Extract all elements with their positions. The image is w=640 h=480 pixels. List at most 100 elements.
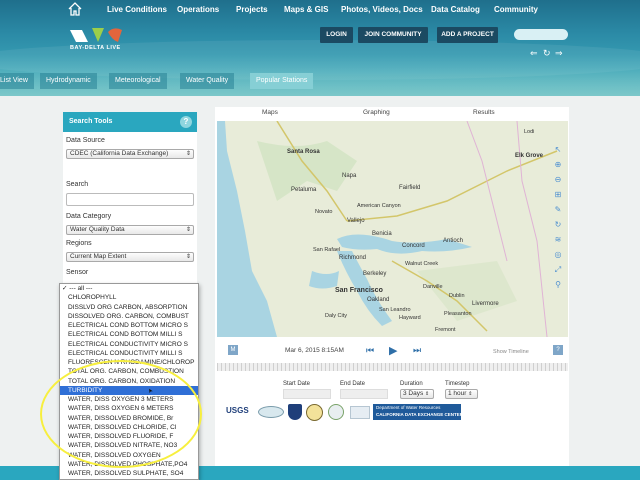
timestep-select[interactable]: 1 hour ⇕	[445, 389, 478, 399]
rotate-icon[interactable]: ↻	[553, 220, 563, 230]
map-label: Richmond	[339, 255, 367, 261]
header-search-input[interactable]	[514, 29, 568, 40]
regions-label: Regions	[66, 240, 92, 247]
nav-data-catalog[interactable]: Data Catalog	[431, 5, 480, 14]
map-label: Hayward	[399, 315, 421, 321]
skip-forward-icon[interactable]: ⏭	[413, 345, 421, 356]
regions-select[interactable]: Current Map Extent ⇕	[66, 252, 194, 262]
duration-select[interactable]: 3 Days ⇕	[400, 389, 434, 399]
tab-water-quality[interactable]: Water Quality	[180, 73, 235, 89]
forward-icon[interactable]: ⇒	[555, 48, 563, 59]
m-button[interactable]: M	[228, 345, 238, 355]
zoom-out-icon[interactable]: ⊖	[553, 175, 563, 185]
nav-projects[interactable]: Projects	[236, 5, 268, 14]
state-badge-logo	[288, 404, 302, 420]
sensor-option[interactable]: DISSLVD ORG CARBON, ABSORPTION	[60, 303, 198, 312]
draw-icon[interactable]: ✎	[553, 205, 563, 215]
search-tools-title: Search Tools	[69, 118, 113, 125]
nav-live-conditions[interactable]: Live Conditions	[107, 5, 167, 14]
start-date-input[interactable]	[283, 389, 331, 399]
data-source-select[interactable]: CDEC (California Data Exchange) ⇕	[66, 149, 194, 159]
search-tools-header: Search Tools ?	[63, 112, 197, 132]
sensor-option[interactable]: ELECTRICAL COND BOTTOM MILLI S	[60, 330, 198, 339]
play-icon[interactable]: ▶	[389, 344, 397, 357]
regions-value: Current Map Extent	[70, 253, 127, 260]
start-date-label: Start Date	[283, 381, 311, 387]
logo-text: BAY-DELTA LIVE	[70, 45, 121, 51]
tab-list-view[interactable]: List View	[0, 73, 34, 89]
map-label: Vallejo	[347, 218, 365, 224]
water-seal-logo	[328, 404, 344, 420]
sensor-option-label: --- all ---	[69, 285, 93, 292]
select-arrows-icon: ⇕	[468, 391, 473, 397]
timestep-label: Timestep	[445, 381, 470, 387]
station-map[interactable]: Santa Rosa Petaluma Napa Fairfield Valle…	[217, 121, 568, 337]
zoom-box-icon[interactable]: ⊞	[553, 190, 563, 200]
end-date-input[interactable]	[340, 389, 388, 399]
nav-photos-videos-docs[interactable]: Photos, Videos, Docs	[341, 5, 423, 14]
highlight-annotation	[40, 360, 202, 468]
join-community-button[interactable]: JOIN COMMUNITY	[358, 27, 428, 43]
select-arrows-icon: ⇕	[185, 227, 191, 233]
map-label: Lodi	[524, 129, 535, 135]
login-button[interactable]: LOGIN	[320, 27, 353, 43]
nav-maps-gis[interactable]: Maps & GIS	[284, 5, 328, 14]
show-timeline-link[interactable]: Show Timeline	[493, 349, 529, 355]
sensor-option[interactable]: CHLOROPHYLL	[60, 293, 198, 302]
tab-meteorological[interactable]: Meteorological	[109, 73, 167, 89]
map-label: Pleasanton	[444, 311, 472, 317]
map-label: Elk Grove	[515, 153, 544, 159]
refresh-icon[interactable]: ↻	[543, 48, 551, 59]
sensor-option[interactable]: DISSOLVED ORG. CARBON, COMBUST	[60, 312, 198, 321]
layers-icon[interactable]: ≋	[553, 235, 563, 245]
sensor-option[interactable]: WATER, DISSOLVED SULPHATE, SO4	[60, 469, 198, 478]
globe-icon[interactable]: ◎	[553, 250, 563, 260]
sensor-option[interactable]: ELECTRICAL COND BOTTOM MICRO S	[60, 321, 198, 330]
help-icon[interactable]: ?	[553, 345, 563, 355]
map-label: Berkeley	[363, 271, 387, 277]
cdec-logo: Department of Water Resources CALIFORNIA…	[373, 404, 463, 420]
zoom-in-icon[interactable]: ⊕	[553, 160, 563, 170]
help-icon[interactable]: ?	[180, 116, 192, 128]
map-label: Danville	[423, 284, 443, 290]
map-label: Fairfield	[399, 185, 421, 191]
agency-seal-logo	[258, 406, 284, 418]
fullscreen-icon[interactable]: ⤢	[553, 265, 563, 275]
data-category-select[interactable]: Water Quality Data ⇕	[66, 225, 194, 235]
nav-community[interactable]: Community	[494, 5, 538, 14]
tab-graphing[interactable]: Graphing	[363, 109, 390, 116]
pointer-icon[interactable]: ↖	[553, 145, 563, 155]
sensor-option[interactable]: ✓ --- all ---	[60, 284, 198, 293]
view-tabs: List View Hydrodynamic Meteorological Wa…	[0, 73, 640, 89]
time-display: Mar 6, 2015 8:15AM	[285, 347, 344, 354]
tab-hydrodynamic[interactable]: Hydrodynamic	[40, 73, 97, 89]
tab-popular-stations[interactable]: Popular Stations	[250, 73, 314, 89]
timeline-scrubber[interactable]	[217, 363, 568, 371]
search-input[interactable]	[66, 193, 194, 206]
state-seal-logo	[306, 404, 323, 421]
duration-value: 3 Days	[403, 390, 424, 397]
sensor-option[interactable]: ELECTRICAL CONDUCTIVITY MILLI S	[60, 349, 198, 358]
data-category-label: Data Category	[66, 213, 112, 220]
map-label: Dublin	[449, 293, 465, 299]
select-arrows-icon: ⇕	[425, 391, 430, 397]
time-controls: M Mar 6, 2015 8:15AM ⏮ ▶ ⏭ Show Timeline…	[217, 339, 568, 361]
search-map-icon[interactable]: ⚲	[553, 280, 563, 290]
back-icon[interactable]: ⇐	[530, 48, 538, 59]
top-navigation: Live Conditions Operations Projects Maps…	[0, 0, 640, 20]
map-toolbar: ↖ ⊕ ⊖ ⊞ ✎ ↻ ≋ ◎ ⤢ ⚲	[550, 145, 566, 300]
nav-operations[interactable]: Operations	[177, 5, 219, 14]
add-project-button[interactable]: ADD A PROJECT	[437, 27, 498, 43]
map-label: Daly City	[325, 313, 348, 319]
map-label: San Leandro	[379, 307, 411, 313]
sensor-label: Sensor	[66, 269, 89, 276]
usgs-logo: USGS	[226, 406, 249, 415]
skip-back-icon[interactable]: ⏮	[366, 345, 374, 356]
site-header: Live Conditions Operations Projects Maps…	[0, 0, 640, 96]
tab-maps[interactable]: Maps	[262, 109, 278, 116]
tab-results[interactable]: Results	[473, 109, 495, 116]
sensor-option[interactable]: ELECTRICAL CONDUCTIVITY MICRO S	[60, 340, 198, 349]
map-label: American Canyon	[357, 203, 401, 209]
home-icon[interactable]	[67, 1, 83, 17]
data-source-label: Data Source	[66, 137, 105, 144]
